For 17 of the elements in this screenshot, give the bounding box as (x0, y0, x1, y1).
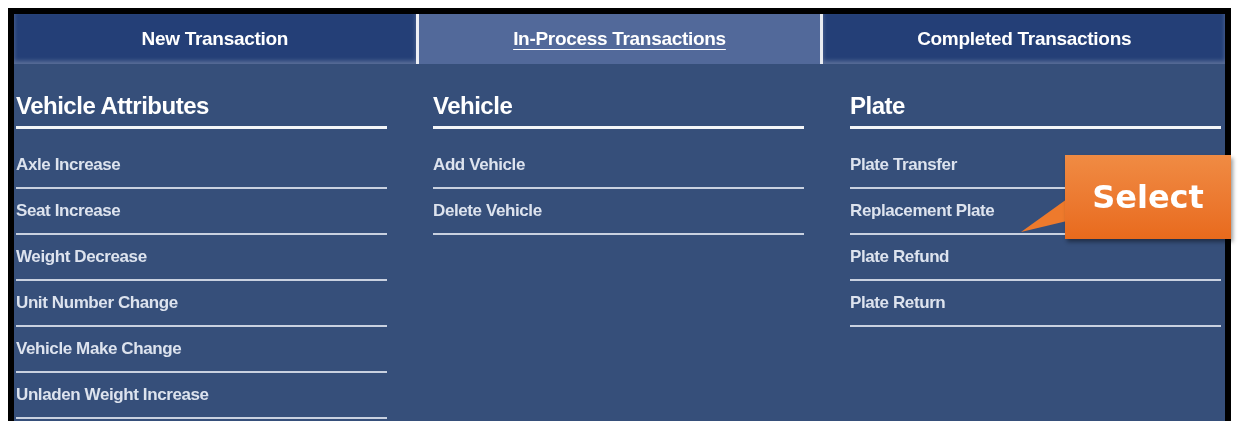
select-tooltip: Select (1065, 155, 1231, 239)
menu-link[interactable]: Seat Increase (16, 189, 387, 235)
menu-link[interactable]: Vehicle Make Change (16, 327, 387, 373)
tooltip-pointer-icon (1021, 199, 1067, 235)
tab[interactable]: Completed Transactions (820, 14, 1225, 64)
menu-link[interactable]: Axle Increase (16, 143, 387, 189)
section-heading: Vehicle (433, 90, 804, 129)
tab[interactable]: New Transaction (14, 14, 416, 64)
menu-link[interactable]: Unit Number Change (16, 281, 387, 327)
menu-link[interactable]: Weight Decrease (16, 235, 387, 281)
section-heading: Plate (850, 90, 1221, 129)
menu-link[interactable]: Plate Return (850, 281, 1221, 327)
menu-link[interactable]: Delete Vehicle (433, 189, 804, 235)
section-heading: Vehicle Attributes (16, 90, 387, 129)
menu-link[interactable]: Add Vehicle (433, 143, 804, 189)
menu-link[interactable]: Unladen Weight Increase (16, 373, 387, 419)
tab[interactable]: In-Process Transactions (415, 14, 821, 64)
